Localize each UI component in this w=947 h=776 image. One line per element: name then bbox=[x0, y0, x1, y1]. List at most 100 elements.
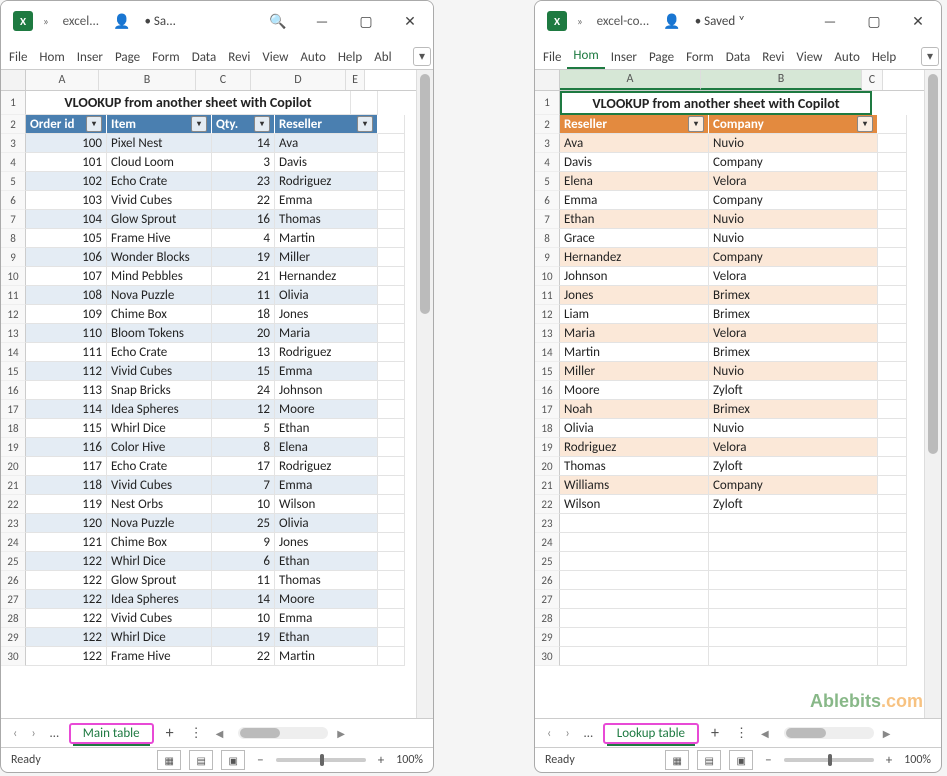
cell[interactable]: Liam bbox=[560, 305, 709, 324]
row-header[interactable]: 10 bbox=[1, 267, 26, 286]
cell[interactable] bbox=[878, 571, 907, 590]
ribbon-tab-file[interactable]: File bbox=[537, 46, 567, 69]
cell[interactable]: Thomas bbox=[275, 571, 378, 590]
cell[interactable]: 110 bbox=[26, 324, 107, 343]
cell[interactable]: Davis bbox=[560, 153, 709, 172]
cell[interactable] bbox=[560, 609, 709, 628]
row-header[interactable]: 28 bbox=[535, 609, 560, 628]
cell[interactable]: Davis bbox=[275, 153, 378, 172]
cell[interactable]: Company bbox=[709, 476, 878, 495]
cell[interactable]: Grace bbox=[560, 229, 709, 248]
cell[interactable]: 100 bbox=[26, 134, 107, 153]
zoom-level[interactable]: 100% bbox=[396, 753, 423, 767]
row-header[interactable]: 6 bbox=[535, 191, 560, 210]
cell[interactable]: Thomas bbox=[275, 210, 378, 229]
row-header[interactable]: 6 bbox=[1, 191, 26, 210]
cell[interactable]: 9 bbox=[212, 533, 275, 552]
filter-icon[interactable]: ▾ bbox=[688, 116, 704, 132]
cell[interactable]: 117 bbox=[26, 457, 107, 476]
cell[interactable]: Whirl Dice bbox=[107, 552, 212, 571]
cell[interactable]: Ava bbox=[275, 134, 378, 153]
cell[interactable]: 119 bbox=[26, 495, 107, 514]
cell[interactable] bbox=[878, 552, 907, 571]
row-header[interactable]: 29 bbox=[1, 628, 26, 647]
row-header[interactable]: 7 bbox=[535, 210, 560, 229]
cell[interactable]: 3 bbox=[212, 153, 275, 172]
cell[interactable]: Williams bbox=[560, 476, 709, 495]
table-header[interactable]: Reseller▾ bbox=[560, 115, 709, 134]
row-header[interactable]: 12 bbox=[535, 305, 560, 324]
cell[interactable]: Rodriguez bbox=[275, 457, 378, 476]
cell[interactable]: 115 bbox=[26, 419, 107, 438]
column-header-B[interactable]: B bbox=[99, 70, 196, 90]
row-header[interactable]: 16 bbox=[1, 381, 26, 400]
zoom-out-button[interactable]: − bbox=[761, 753, 775, 768]
cell[interactable] bbox=[878, 590, 907, 609]
cell[interactable]: Zyloft bbox=[709, 457, 878, 476]
cell[interactable] bbox=[560, 533, 709, 552]
column-header-A[interactable]: A bbox=[26, 70, 99, 90]
cell[interactable] bbox=[878, 609, 907, 628]
cell[interactable]: Martin bbox=[560, 343, 709, 362]
cell[interactable]: Zyloft bbox=[709, 381, 878, 400]
cell[interactable] bbox=[709, 647, 878, 666]
cell[interactable]: 18 bbox=[212, 305, 275, 324]
row-header[interactable]: 2 bbox=[535, 115, 560, 134]
sheet-nav-prev[interactable]: ‹ bbox=[543, 726, 555, 741]
ribbon-tab-page[interactable]: Page bbox=[109, 46, 146, 69]
cell[interactable] bbox=[709, 533, 878, 552]
ribbon-tab-file[interactable]: File bbox=[3, 46, 33, 69]
sheet-list-icon[interactable]: … bbox=[580, 726, 597, 741]
horizontal-scrollbar[interactable] bbox=[784, 727, 874, 739]
column-header-E[interactable]: E bbox=[346, 70, 365, 90]
ribbon-tab-data[interactable]: Data bbox=[720, 46, 757, 69]
cell[interactable]: Miller bbox=[275, 248, 378, 267]
row-header[interactable]: 17 bbox=[535, 400, 560, 419]
cell[interactable] bbox=[709, 590, 878, 609]
row-header[interactable]: 25 bbox=[535, 552, 560, 571]
close-button[interactable]: ✕ bbox=[391, 6, 429, 36]
cell[interactable]: Nova Puzzle bbox=[107, 286, 212, 305]
cell[interactable] bbox=[878, 533, 907, 552]
cell[interactable]: Zyloft bbox=[709, 495, 878, 514]
cell[interactable]: 111 bbox=[26, 343, 107, 362]
hscroll-left-icon[interactable]: ◀ bbox=[213, 727, 227, 740]
cell[interactable]: 11 bbox=[212, 571, 275, 590]
cell[interactable]: 17 bbox=[212, 457, 275, 476]
cell[interactable]: 122 bbox=[26, 552, 107, 571]
ribbon-tab-view[interactable]: View bbox=[256, 46, 294, 69]
row-header[interactable]: 23 bbox=[535, 514, 560, 533]
cell[interactable]: 122 bbox=[26, 628, 107, 647]
row-header[interactable]: 19 bbox=[1, 438, 26, 457]
cell[interactable]: Emma bbox=[275, 609, 378, 628]
cell[interactable]: Hernandez bbox=[560, 248, 709, 267]
row-header[interactable]: 30 bbox=[1, 647, 26, 666]
cell[interactable]: Wonder Blocks bbox=[107, 248, 212, 267]
cell[interactable]: 11 bbox=[212, 286, 275, 305]
cell[interactable]: Martin bbox=[275, 229, 378, 248]
cell[interactable]: 122 bbox=[26, 590, 107, 609]
cell[interactable]: 8 bbox=[212, 438, 275, 457]
row-header[interactable]: 5 bbox=[535, 172, 560, 191]
hscroll-right-icon[interactable]: ▶ bbox=[880, 727, 894, 740]
cell[interactable]: 5 bbox=[212, 419, 275, 438]
cell[interactable]: Johnson bbox=[275, 381, 378, 400]
hscroll-left-icon[interactable]: ◀ bbox=[758, 727, 772, 740]
cell[interactable]: Company bbox=[709, 191, 878, 210]
cell[interactable] bbox=[560, 552, 709, 571]
cell[interactable]: 19 bbox=[212, 628, 275, 647]
cell[interactable]: 19 bbox=[212, 248, 275, 267]
cell[interactable]: 10 bbox=[212, 609, 275, 628]
column-header-A[interactable]: A bbox=[560, 70, 701, 90]
share-icon[interactable]: 👤 bbox=[109, 13, 134, 30]
cell[interactable]: Nest Orbs bbox=[107, 495, 212, 514]
cell[interactable]: Vivid Cubes bbox=[107, 476, 212, 495]
row-header[interactable]: 26 bbox=[535, 571, 560, 590]
cell[interactable]: Idea Spheres bbox=[107, 400, 212, 419]
cell[interactable]: Velora bbox=[709, 172, 878, 191]
vertical-scrollbar[interactable] bbox=[924, 70, 941, 718]
cell[interactable]: 105 bbox=[26, 229, 107, 248]
cell[interactable]: Jones bbox=[275, 533, 378, 552]
minimize-button[interactable]: — bbox=[811, 6, 849, 36]
cell[interactable]: 109 bbox=[26, 305, 107, 324]
